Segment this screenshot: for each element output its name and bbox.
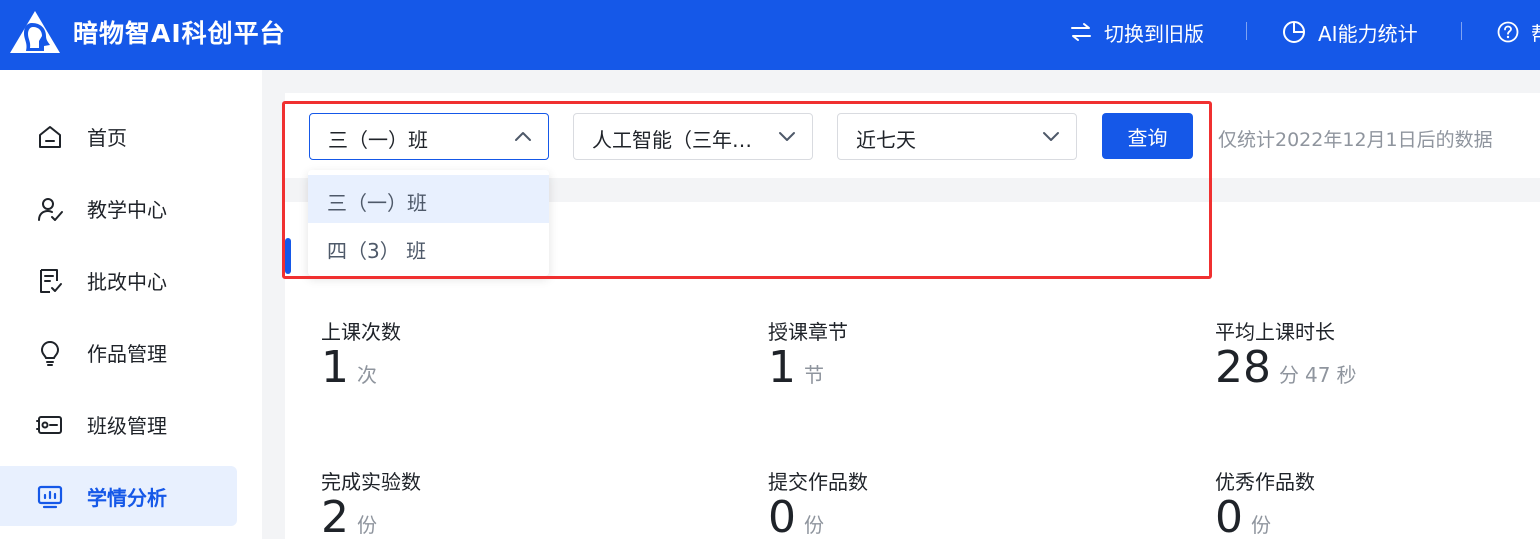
- stat-number: 2: [321, 492, 349, 539]
- stat-unit: 次: [357, 363, 377, 387]
- logo-icon[interactable]: [8, 9, 62, 55]
- stat-experiments-completed: 完成实验数 2份: [321, 466, 421, 539]
- sidebar-item-label: 学情分析: [87, 485, 167, 510]
- sidebar-item-class-management[interactable]: 班级管理: [0, 394, 237, 454]
- stat-unit: 份: [804, 513, 824, 537]
- stat-unit: 秒: [1336, 363, 1357, 387]
- stat-number: 1: [321, 342, 349, 393]
- sidebar-item-teaching-center[interactable]: 教学中心: [0, 178, 237, 238]
- stat-value: 1节: [768, 346, 824, 390]
- stat-label: 优秀作品数: [1215, 470, 1315, 494]
- sidebar-item-label: 教学中心: [87, 197, 167, 222]
- stat-number: 1: [768, 342, 796, 393]
- sidebar-item-home[interactable]: 首页: [0, 106, 237, 166]
- stat-value: 1次: [321, 346, 377, 390]
- stat-unit: 份: [1251, 513, 1271, 537]
- stat-value: 28 分 47 秒: [1215, 346, 1356, 390]
- help-link[interactable]: 帮: [1497, 18, 1540, 46]
- analytics-icon: [37, 485, 63, 509]
- lightbulb-icon: [40, 340, 60, 366]
- class-card-icon: [36, 416, 62, 434]
- stat-number: 0: [1215, 492, 1243, 539]
- stat-label: 提交作品数: [768, 470, 868, 494]
- stat-unit: 分: [1279, 363, 1299, 387]
- header-divider: [1246, 22, 1247, 40]
- stat-label: 上课次数: [321, 320, 401, 344]
- sidebar-item-label: 批改中心: [87, 269, 167, 294]
- sidebar-item-works-management[interactable]: 作品管理: [0, 322, 237, 382]
- stat-label: 授课章节: [768, 320, 848, 344]
- home-icon: [39, 126, 61, 148]
- stat-label: 平均上课时长: [1215, 320, 1335, 344]
- switch-old-version-label: 切换到旧版: [1104, 21, 1204, 46]
- help-label: 帮: [1531, 18, 1540, 47]
- sidebar-item-label: 作品管理: [87, 341, 167, 366]
- top-header: 暗物智AI科创平台 切换到旧版 AI能力统计 帮: [0, 0, 1540, 70]
- stat-value: 0份: [768, 496, 824, 539]
- stat-seconds: 47: [1305, 363, 1331, 387]
- sidebar-item-grading-center[interactable]: 批改中心: [0, 250, 237, 310]
- stat-number: 28: [1215, 342, 1271, 393]
- sidebar-item-label: 首页: [87, 125, 127, 150]
- stat-lesson-count: 上课次数 1次: [321, 316, 401, 390]
- pie-chart-icon: [1283, 21, 1305, 43]
- stat-label: 完成实验数: [321, 470, 421, 494]
- ai-stats-label: AI能力统计: [1318, 21, 1418, 46]
- sidebar-item-learning-analysis[interactable]: 学情分析: [0, 466, 237, 526]
- brand-title: 暗物智AI科创平台: [73, 19, 286, 48]
- stat-excellent-works: 优秀作品数 0份: [1215, 466, 1315, 539]
- stat-unit: 节: [804, 363, 824, 387]
- stat-number: 0: [768, 492, 796, 539]
- stat-value: 0份: [1215, 496, 1271, 539]
- help-icon: [1497, 21, 1519, 43]
- header-divider: [1461, 22, 1462, 40]
- annotation-highlight-box: [282, 101, 1212, 279]
- stat-unit: 份: [357, 513, 377, 537]
- stat-average-duration: 平均上课时长 28 分 47 秒: [1215, 316, 1356, 390]
- grading-icon: [40, 269, 62, 293]
- stat-value: 2份: [321, 496, 377, 539]
- stat-chapters-taught: 授课章节 1节: [768, 316, 848, 390]
- ai-stats-link[interactable]: AI能力统计: [1282, 18, 1418, 46]
- data-range-hint: 仅统计2022年12月1日后的数据: [1218, 129, 1493, 151]
- teacher-icon: [38, 198, 63, 221]
- switch-arrows-icon: [1071, 23, 1091, 41]
- sidebar-item-label: 班级管理: [87, 413, 167, 438]
- switch-old-version-link[interactable]: 切换到旧版: [1070, 18, 1204, 46]
- stat-works-submitted: 提交作品数 0份: [768, 466, 868, 539]
